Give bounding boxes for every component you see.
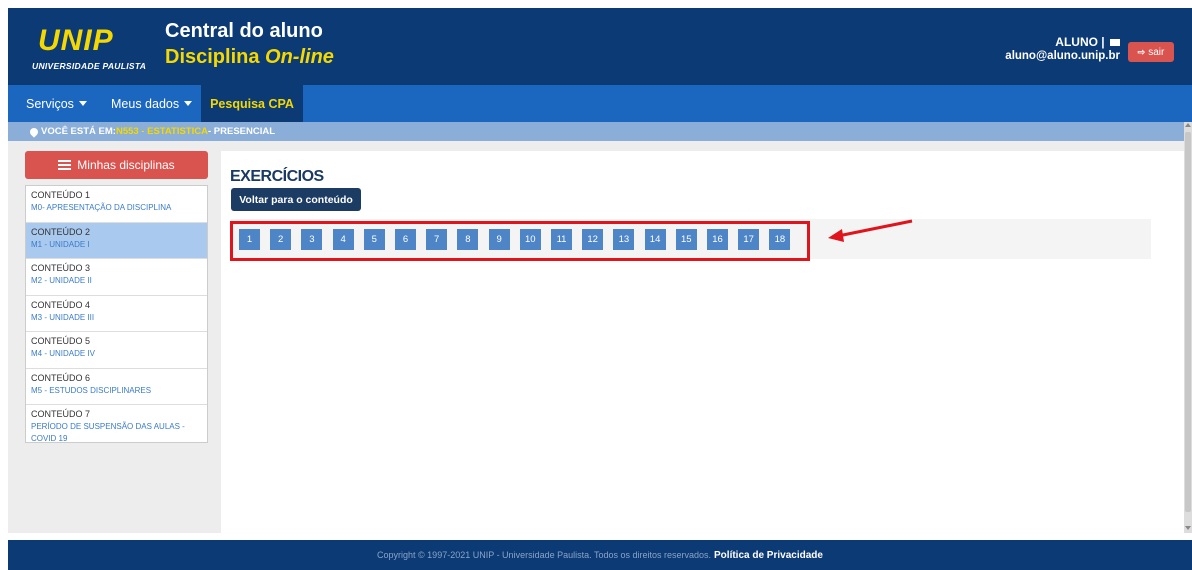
logout-button[interactable]: ⇨ sair <box>1128 42 1174 62</box>
sidebar-item-subtitle: M5 - ESTUDOS DISCIPLINARES <box>31 385 152 395</box>
sidebar-item-title: CONTEÚDO 5 <box>31 336 91 346</box>
header-subtitle: Disciplina On-line <box>165 46 334 69</box>
sidebar-item-title: CONTEÚDO 1 <box>31 190 91 200</box>
footer-copyright: Copyright © 1997-2021 UNIP - Universidad… <box>377 550 712 560</box>
breadcrumb-discipline[interactable]: N553 - ESTATISTICA <box>116 126 208 137</box>
nav-servicos[interactable]: Serviços <box>26 85 87 122</box>
sidebar-item-title: CONTEÚDO 3 <box>31 263 91 273</box>
unip-logo[interactable]: UNIP <box>38 24 114 58</box>
header-subtitle-online: On-line <box>265 46 334 68</box>
sidebar-item-title: CONTEÚDO 4 <box>31 299 91 310</box>
sidebar-item-title: CONTEÚDO 6 <box>31 372 91 383</box>
page-title: EXERCÍCIOS <box>230 168 324 185</box>
back-to-content-button[interactable]: Voltar para o conteúdo <box>231 188 361 211</box>
nav-pesquisa-cpa[interactable]: Pesquisa CPA <box>201 85 303 122</box>
sidebar-item-subtitle: PERÍODO DE SUSPENSÃO DAS AULAS - COVID 1… <box>31 422 185 443</box>
sidebar-item-subtitle: M2 - UNIDADE II <box>31 276 92 285</box>
top-header: UNIP UNIVERSIDADE PAULISTA Central do al… <box>8 8 1192 85</box>
header-subtitle-main: Disciplina <box>165 46 266 68</box>
user-email: aluno@aluno.unip.br <box>1005 50 1120 62</box>
map-pin-icon <box>28 125 40 138</box>
privacy-policy-link[interactable]: Política de Privacidade <box>714 550 823 561</box>
list-icon <box>58 160 72 170</box>
sidebar-item-subtitle: M4 - UNIDADE IV <box>31 349 96 358</box>
scroll-down-icon[interactable] <box>1185 526 1191 530</box>
sidebar-item-conteudo-3[interactable]: CONTEÚDO 3 M2 - UNIDADE II <box>26 259 207 296</box>
chevron-down-icon <box>78 101 87 106</box>
minhas-disciplinas-label: Minhas disciplinas <box>77 158 175 172</box>
sidebar-item-title: CONTEÚDO 2 <box>31 226 91 237</box>
logo-subtitle: UNIVERSIDADE PAULISTA <box>32 61 147 71</box>
footer: Copyright © 1997-2021 UNIP - Universidad… <box>8 540 1192 570</box>
sidebar-item-subtitle: M3 - UNIDADE III <box>31 312 95 322</box>
sign-out-icon: ⇨ <box>1137 46 1146 57</box>
breadcrumb: VOCÊ ESTÁ EM: N553 - ESTATISTICA - PRESE… <box>8 122 1192 141</box>
sidebar-item-conteudo-7[interactable]: CONTEÚDO 7 PERÍODO DE SUSPENSÃO DAS AULAS… <box>26 405 207 443</box>
sidebar-item-subtitle: M0- APRESENTAÇÃO DA DISCIPLINA <box>31 203 172 212</box>
breadcrumb-prefix: VOCÊ ESTÁ EM: <box>41 126 116 137</box>
breadcrumb-suffix: - PRESENCIAL <box>207 126 276 137</box>
vertical-scrollbar[interactable] <box>1184 122 1192 533</box>
scroll-thumb[interactable] <box>1185 132 1191 512</box>
exercises-panel: EXERCÍCIOS Voltar para o conteúdo 123456… <box>221 151 1184 533</box>
main-navbar: Serviços Meus dados Pesquisa CPA <box>8 85 1192 122</box>
envelope-icon[interactable] <box>1110 39 1120 47</box>
sidebar-item-conteudo-1[interactable]: CONTEÚDO 1 M0- APRESENTAÇÃO DA DISCIPLINA <box>26 186 207 223</box>
user-name-text: ALUNO | <box>1055 35 1105 49</box>
nav-servicos-label: Serviços <box>26 96 74 111</box>
sidebar-item-title: CONTEÚDO 7 <box>31 409 91 419</box>
sidebar-item-conteudo-4[interactable]: CONTEÚDO 4 M3 - UNIDADE III <box>26 296 207 332</box>
sidebar-item-subtitle: M1 - UNIDADE I <box>31 239 90 249</box>
header-title: Central do aluno <box>165 20 323 42</box>
sidebar-item-conteudo-2[interactable]: CONTEÚDO 2 M1 - UNIDADE I <box>26 222 207 259</box>
user-name[interactable]: ALUNO | <box>1055 35 1120 49</box>
annotation-highlight-box <box>230 221 810 261</box>
page-frame: UNIP UNIVERSIDADE PAULISTA Central do al… <box>8 8 1192 570</box>
nav-meus-dados[interactable]: Meus dados <box>111 85 193 122</box>
logout-label: sair <box>1148 46 1165 58</box>
scroll-up-icon[interactable] <box>1185 123 1191 127</box>
nav-meus-dados-label: Meus dados <box>111 96 180 111</box>
content-list: CONTEÚDO 1 M0- APRESENTAÇÃO DA DISCIPLINA… <box>25 185 208 443</box>
sidebar-item-conteudo-6[interactable]: CONTEÚDO 6 M5 - ESTUDOS DISCIPLINARES <box>26 369 207 405</box>
sidebar-item-conteudo-5[interactable]: CONTEÚDO 5 M4 - UNIDADE IV <box>26 332 207 369</box>
minhas-disciplinas-button[interactable]: Minhas disciplinas <box>25 151 208 179</box>
chevron-down-icon <box>184 101 193 106</box>
annotation-arrow-icon <box>828 219 913 242</box>
